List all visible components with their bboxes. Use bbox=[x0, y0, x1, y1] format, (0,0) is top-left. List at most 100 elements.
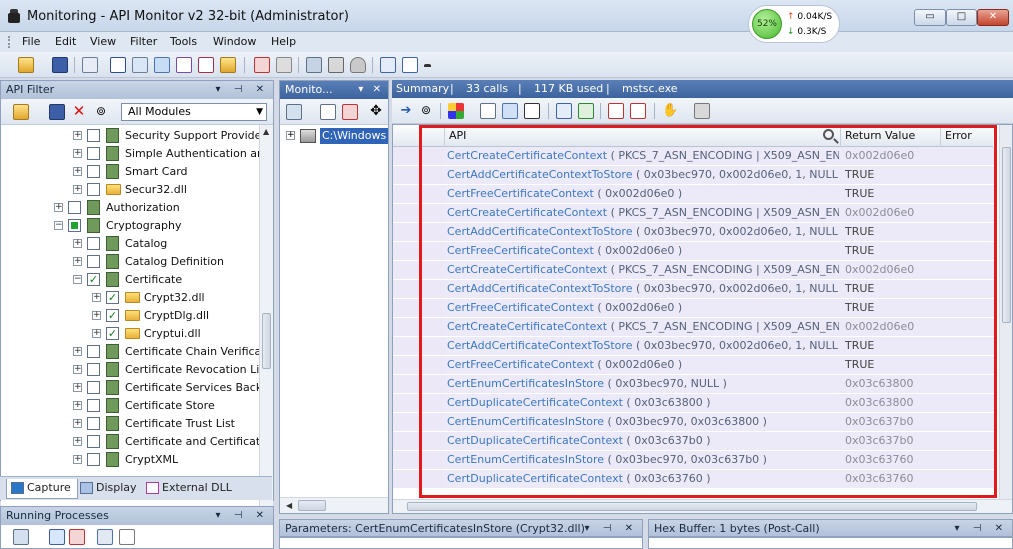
menu-view[interactable]: View bbox=[90, 35, 116, 48]
tree-checkbox[interactable] bbox=[87, 129, 100, 142]
help-icon[interactable] bbox=[402, 57, 418, 73]
terminal-icon[interactable] bbox=[306, 57, 322, 73]
scroll-thumb[interactable] bbox=[298, 500, 326, 511]
table-row[interactable]: CertCreateCertificateContext ( PKCS_7_AS… bbox=[393, 261, 997, 280]
tree-item[interactable]: + ✓ CryptDlg.dll bbox=[1, 307, 259, 325]
api-function-name[interactable]: CertCreateCertificateContext bbox=[447, 263, 607, 276]
tree-checkbox[interactable] bbox=[68, 201, 81, 214]
table-row[interactable]: CertDuplicateCertificateContext ( 0x03c6… bbox=[393, 394, 997, 413]
expand-icon[interactable]: + bbox=[73, 131, 82, 140]
tree-item[interactable]: + Certificate and Certificate Sto bbox=[1, 433, 259, 451]
open-filter-icon[interactable] bbox=[13, 104, 29, 120]
copy-icon[interactable] bbox=[82, 57, 98, 73]
col-return-value[interactable]: Return Value bbox=[841, 125, 941, 147]
api-function-name[interactable]: CertFreeCertificateContext bbox=[447, 358, 594, 371]
tree-item[interactable]: + Security Support Provider Inte bbox=[1, 127, 259, 145]
tab-capture[interactable]: Capture bbox=[6, 479, 78, 499]
console-icon[interactable] bbox=[524, 103, 540, 119]
tree-item[interactable]: − ✓ Certificate bbox=[1, 271, 259, 289]
menu-filter[interactable]: Filter bbox=[130, 35, 157, 48]
trash-icon[interactable] bbox=[694, 103, 710, 119]
tree-item[interactable]: + Certificate Trust List bbox=[1, 415, 259, 433]
api-function-name[interactable]: CertEnumCertificatesInStore bbox=[447, 453, 604, 466]
tree-item[interactable]: + Certificate Revocation List bbox=[1, 361, 259, 379]
scroll-thumb[interactable] bbox=[407, 502, 977, 511]
api-function-name[interactable]: CertFreeCertificateContext bbox=[447, 244, 594, 257]
expand-icon[interactable]: + bbox=[73, 383, 82, 392]
expand-icon[interactable]: + bbox=[73, 437, 82, 446]
tab-display[interactable]: Display bbox=[76, 479, 143, 499]
table-row[interactable]: CertAddCertificateContextToStore ( 0x03b… bbox=[393, 223, 997, 242]
menu-edit[interactable]: Edit bbox=[55, 35, 76, 48]
expand-icon[interactable]: + bbox=[92, 293, 101, 302]
monitor-icon[interactable] bbox=[154, 57, 170, 73]
tree-view-icon[interactable] bbox=[97, 529, 113, 545]
tree-item[interactable]: + ✓ Cryptui.dll bbox=[1, 325, 259, 343]
menu-tools[interactable]: Tools bbox=[170, 35, 197, 48]
tree-checkbox[interactable] bbox=[87, 363, 100, 376]
api-function-name[interactable]: CertDuplicateCertificateContext bbox=[447, 396, 623, 409]
menu-help[interactable]: Help bbox=[271, 35, 296, 48]
filter-icon[interactable] bbox=[502, 103, 518, 119]
api-function-name[interactable]: CertDuplicateCertificateContext bbox=[447, 472, 623, 485]
monitored-hscrollbar[interactable]: ◀ bbox=[280, 497, 388, 513]
table-row[interactable]: CertDuplicateCertificateContext ( 0x03c6… bbox=[393, 432, 997, 451]
api-function-name[interactable]: CertAddCertificateContextToStore bbox=[447, 168, 632, 181]
attach-process-icon[interactable] bbox=[320, 104, 336, 120]
color-grid-icon[interactable] bbox=[448, 103, 464, 119]
tree-checkbox[interactable]: ✓ bbox=[106, 309, 119, 322]
expand-icon[interactable]: + bbox=[73, 455, 82, 464]
clear-api-icon[interactable] bbox=[630, 103, 646, 119]
table-row[interactable]: CertCreateCertificateContext ( PKCS_7_AS… bbox=[393, 204, 997, 223]
tree-item[interactable]: + Certificate Chain Verification bbox=[1, 343, 259, 361]
code-brackets-icon[interactable] bbox=[110, 57, 126, 73]
table-row[interactable]: CertFreeCertificateContext ( 0x002d06e0 … bbox=[393, 242, 997, 261]
tree-item[interactable]: + ✓ Crypt32.dll bbox=[1, 289, 259, 307]
api-function-name[interactable]: CertAddCertificateContextToStore bbox=[447, 225, 632, 238]
stack-icon[interactable] bbox=[220, 57, 236, 73]
collapse-icon[interactable]: − bbox=[73, 275, 82, 284]
api-function-name[interactable]: CertAddCertificateContextToStore bbox=[447, 282, 632, 295]
search-icon[interactable] bbox=[823, 129, 834, 140]
grid-vscrollbar[interactable] bbox=[999, 125, 1012, 499]
api-function-name[interactable]: CertFreeCertificateContext bbox=[447, 301, 594, 314]
tree-checkbox[interactable] bbox=[87, 237, 100, 250]
api-icon[interactable] bbox=[608, 103, 624, 119]
expand-icon[interactable]: + bbox=[73, 185, 82, 194]
refresh-icon[interactable] bbox=[49, 529, 65, 545]
tree-item[interactable]: + Catalog Definition bbox=[1, 253, 259, 271]
tree-checkbox[interactable]: ✓ bbox=[106, 327, 119, 340]
tree-checkbox[interactable] bbox=[87, 165, 100, 178]
scroll-up-icon[interactable]: ▲ bbox=[263, 127, 269, 136]
network-monitor-widget[interactable]: 52% ↑ 0.04K/S ↓ 0.3K/S bbox=[748, 5, 840, 43]
scroll-left-icon[interactable]: ◀ bbox=[286, 501, 292, 510]
table-row[interactable]: CertAddCertificateContextToStore ( 0x03b… bbox=[393, 166, 997, 185]
expand-icon[interactable]: + bbox=[92, 311, 101, 320]
api-function-name[interactable]: CertCreateCertificateContext bbox=[447, 320, 607, 333]
table-row[interactable]: CertEnumCertificatesInStore ( 0x03bec970… bbox=[393, 451, 997, 470]
export-icon[interactable] bbox=[578, 103, 594, 119]
columns-icon[interactable] bbox=[556, 103, 572, 119]
tree-checkbox[interactable] bbox=[87, 381, 100, 394]
table-row[interactable]: CertCreateCertificateContext ( PKCS_7_AS… bbox=[393, 147, 997, 166]
table-row[interactable]: CertEnumCertificatesInStore ( 0x03bec970… bbox=[393, 375, 997, 394]
tab-external-dll[interactable]: External DLL bbox=[142, 479, 238, 499]
maximize-button[interactable]: □ bbox=[946, 9, 977, 26]
tools-icon[interactable] bbox=[328, 57, 344, 73]
properties-icon[interactable] bbox=[119, 529, 135, 545]
table-row[interactable]: CertEnumCertificatesInStore ( 0x03bec970… bbox=[393, 413, 997, 432]
stop-monitor-icon[interactable] bbox=[342, 104, 358, 120]
process-icon[interactable] bbox=[254, 57, 270, 73]
col-error[interactable]: Error bbox=[941, 125, 997, 147]
binoculars-icon[interactable]: ⊚ bbox=[93, 104, 109, 120]
monitor-process-icon[interactable] bbox=[286, 104, 302, 120]
kill-process-icon[interactable] bbox=[69, 529, 85, 545]
api-function-name[interactable]: CertEnumCertificatesInStore bbox=[447, 377, 604, 390]
scroll-thumb[interactable] bbox=[262, 313, 271, 369]
table-row[interactable]: CertFreeCertificateContext ( 0x002d06e0 … bbox=[393, 356, 997, 375]
tree-item[interactable]: + Catalog bbox=[1, 235, 259, 253]
target-icon[interactable]: ✥ bbox=[368, 104, 384, 120]
tree-checkbox[interactable]: ✓ bbox=[87, 273, 100, 286]
tree-item[interactable]: + Smart Card bbox=[1, 163, 259, 181]
hook-icon[interactable] bbox=[132, 57, 148, 73]
